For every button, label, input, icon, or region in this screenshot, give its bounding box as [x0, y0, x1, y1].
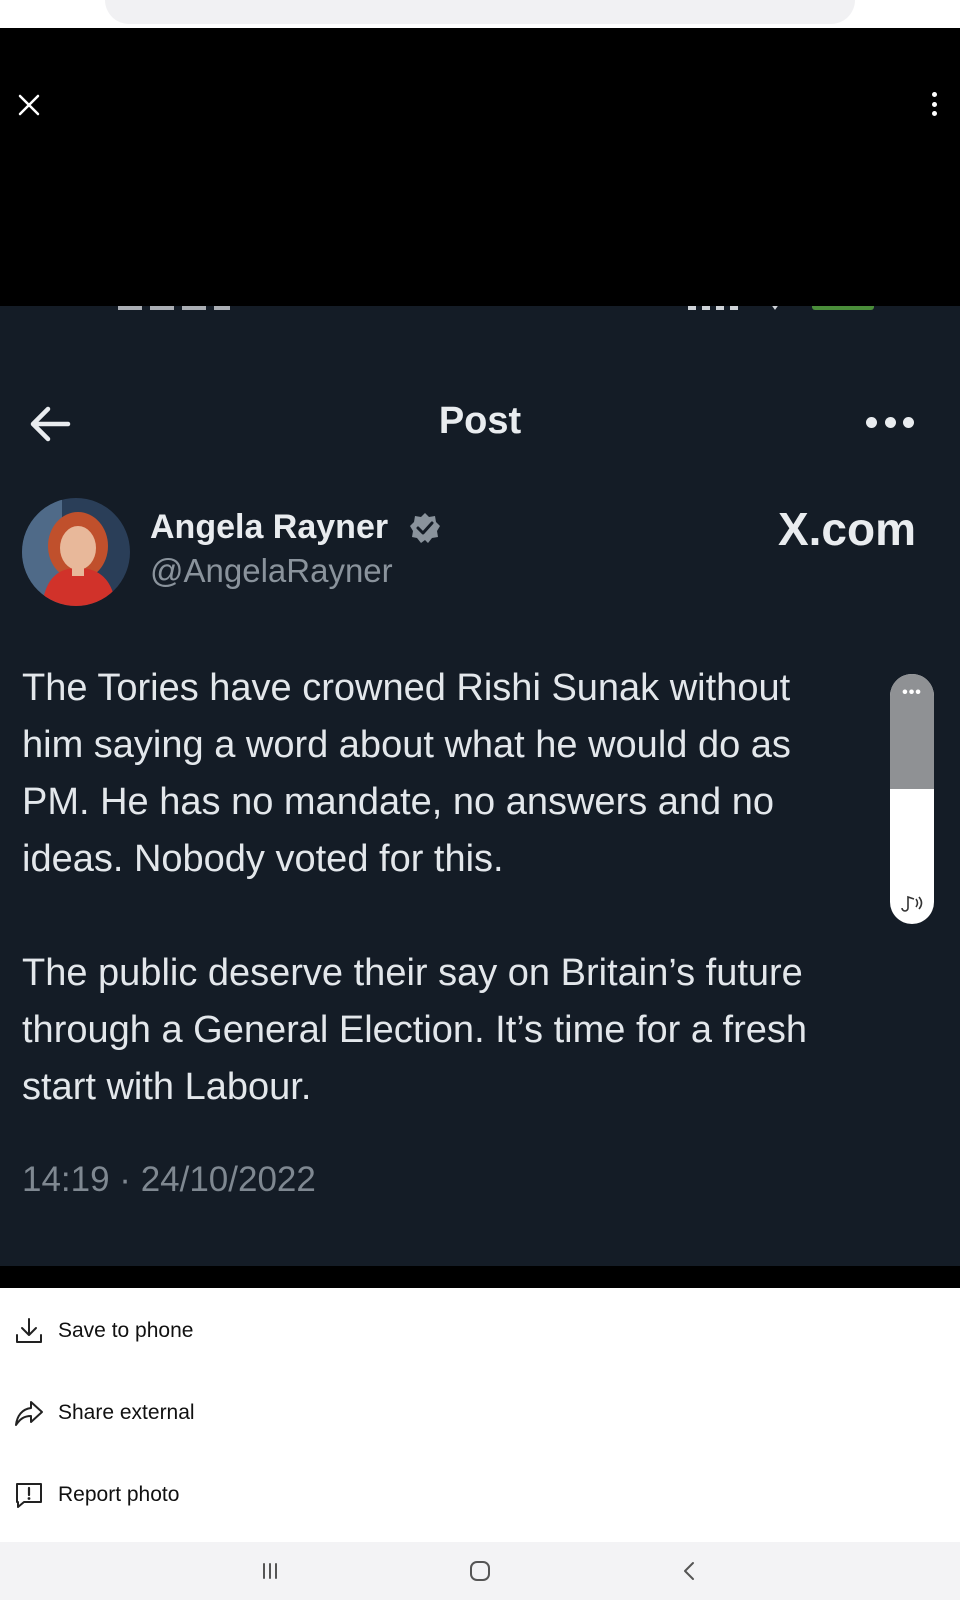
search-pill: [105, 0, 855, 24]
sound-icon: [901, 895, 923, 912]
post-paragraph: The public deserve their say on Britain’…: [22, 952, 808, 1108]
top-strip: [0, 0, 960, 28]
volume-slider[interactable]: •••: [890, 674, 934, 924]
download-icon: [16, 1318, 42, 1343]
report-photo-label: Report photo: [58, 1483, 180, 1506]
author-handle: @AngelaRayner: [150, 552, 393, 589]
system-navbar: [0, 1542, 960, 1600]
volume-menu-icon[interactable]: •••: [890, 685, 934, 701]
more-horiz-icon: [866, 417, 914, 429]
report-photo-button[interactable]: Report photo: [0, 1455, 960, 1535]
back-icon[interactable]: [675, 1556, 705, 1586]
action-sheet: Save to phone Share external Report phot…: [0, 1288, 960, 1542]
photo: Post Angela Rayner @AngelaRayner X.com T…: [0, 306, 960, 1266]
save-to-phone-label: Save to phone: [58, 1319, 194, 1342]
battery-icon: [812, 306, 874, 310]
report-icon: [16, 1483, 42, 1508]
brand-watermark: X.com: [777, 503, 916, 555]
wifi-icon: [768, 306, 782, 310]
recent-apps-icon[interactable]: [255, 1556, 285, 1586]
signal-icon: [688, 306, 738, 310]
share-icon: [15, 1401, 43, 1426]
share-external-button[interactable]: Share external: [0, 1373, 960, 1453]
author-name: Angela Rayner: [150, 508, 389, 546]
share-external-label: Share external: [58, 1401, 195, 1424]
avatar: [22, 498, 130, 606]
verified-badge-icon: [410, 513, 440, 543]
post-timestamp: 14:19 · 24/10/2022: [22, 1160, 316, 1199]
status-clock: [118, 306, 230, 310]
post-paragraph: The Tories have crowned Rishi Sunak with…: [22, 667, 791, 880]
post-title: Post: [438, 400, 522, 442]
save-to-phone-button[interactable]: Save to phone: [0, 1291, 960, 1371]
phone-status-bar: [0, 306, 960, 318]
viewer-toolbar: [0, 28, 960, 306]
post-body: The Tories have crowned Rishi Sunak with…: [22, 660, 892, 1173]
close-icon[interactable]: [14, 90, 44, 120]
more-vert-icon[interactable]: [922, 88, 946, 120]
home-icon[interactable]: [465, 1556, 495, 1586]
